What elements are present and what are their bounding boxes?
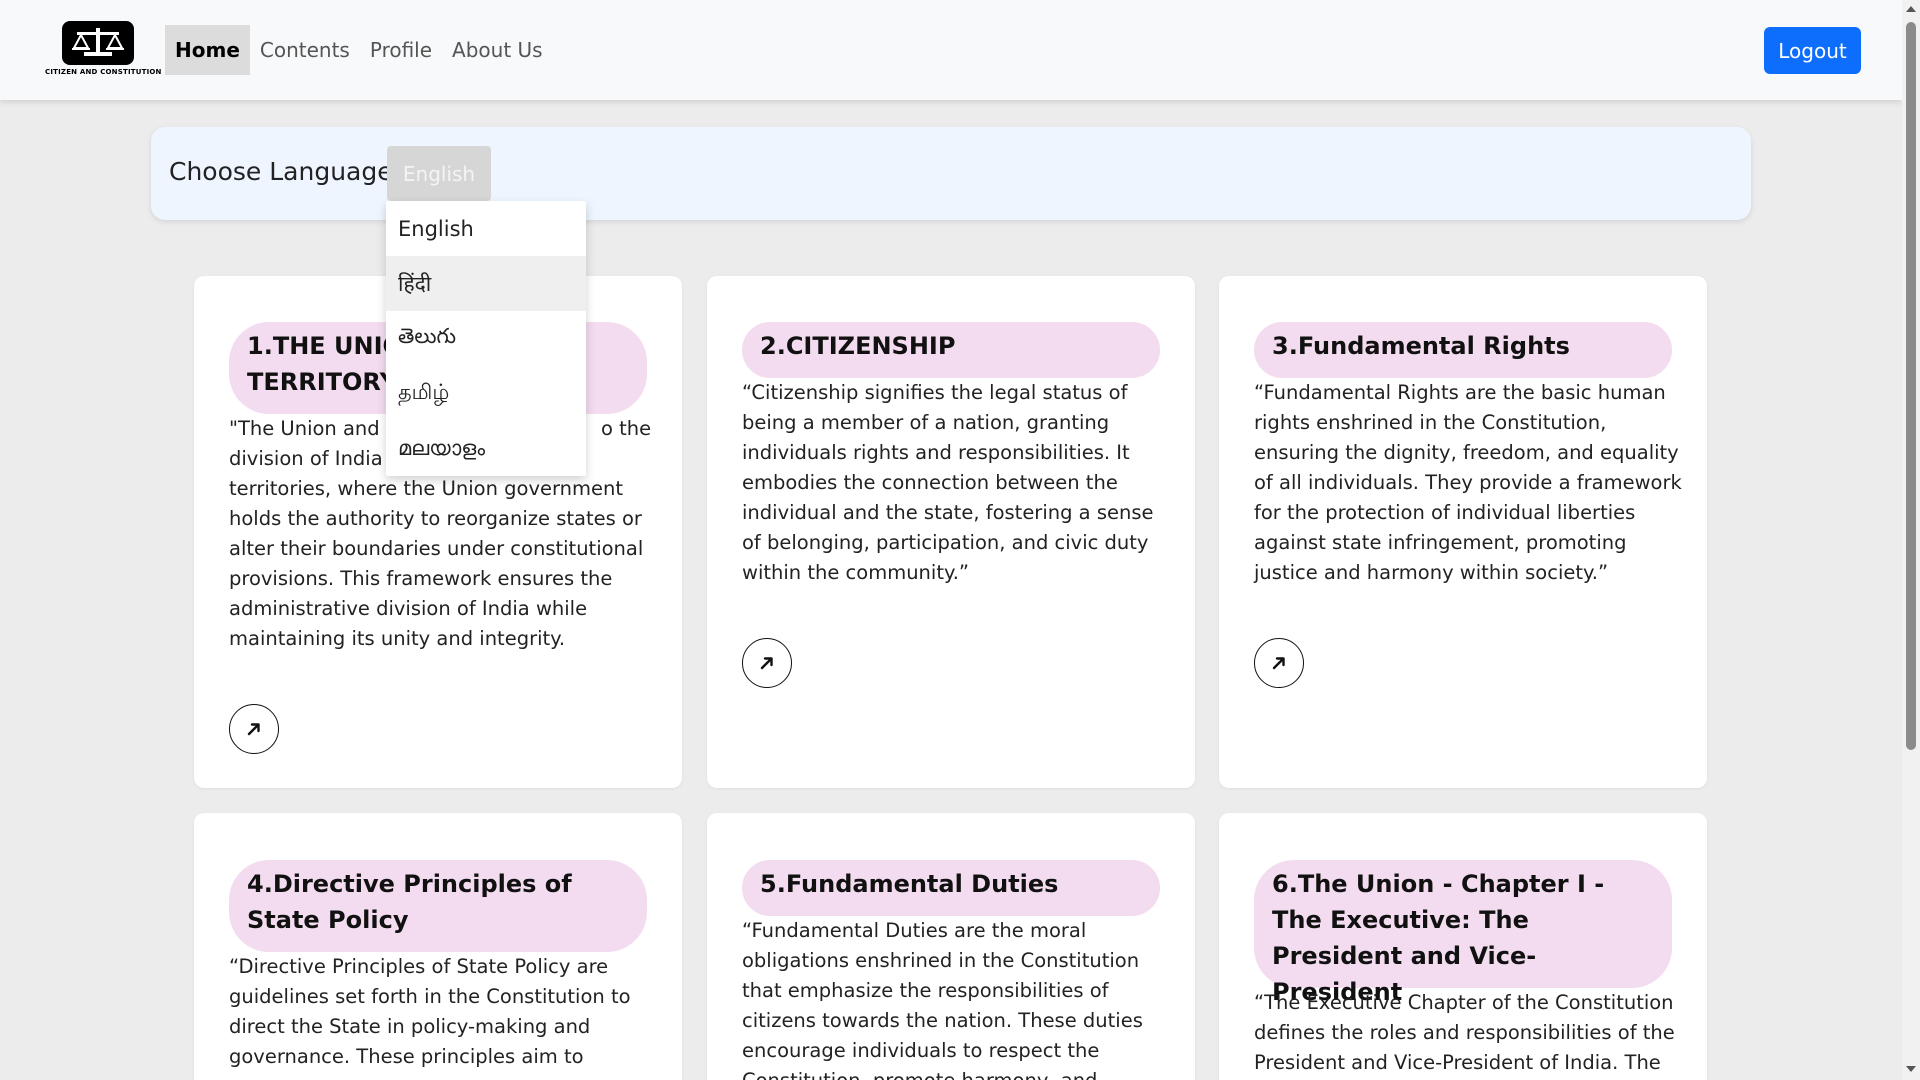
logout-button[interactable]: Logout xyxy=(1764,27,1861,74)
language-option-hindi[interactable]: हिंदी xyxy=(386,256,586,311)
language-option-english[interactable]: English xyxy=(386,201,586,256)
content-card-4: 4.Directive Principles of State Policy “… xyxy=(194,813,682,1080)
arrow-up-right-icon xyxy=(247,723,260,736)
card-description: “Citizenship signifies the legal status … xyxy=(742,381,1154,584)
card-description: “The Executive Chapter of the Constituti… xyxy=(1254,991,1675,1074)
card-title: 4.Directive Principles of State Policy xyxy=(229,860,647,952)
nav-contents[interactable]: Contents xyxy=(250,25,360,75)
content-card-5: 5.Fundamental Duties “Fundamental Duties… xyxy=(707,813,1195,1080)
card-title: 5.Fundamental Duties xyxy=(742,860,1160,916)
card-description: “Fundamental Rights are the basic human … xyxy=(1254,381,1682,584)
nav-links: Home Contents Profile About Us xyxy=(165,25,553,75)
open-card-button[interactable] xyxy=(1254,638,1304,688)
open-card-button[interactable] xyxy=(229,704,279,754)
content-card-3: 3.Fundamental Rights “Fundamental Rights… xyxy=(1219,276,1707,788)
content-card-6: 6.The Union - Chapter I - The Executive:… xyxy=(1219,813,1707,1080)
card-desc-rest: territories, where the Union government … xyxy=(229,477,644,650)
logo-text: CITIZEN AND CONSTITUTION xyxy=(45,68,162,76)
card-desc-fragment: "The Union and it xyxy=(229,417,399,440)
language-label: Choose Language: xyxy=(169,157,402,186)
nav-profile[interactable]: Profile xyxy=(360,25,442,75)
logo-background xyxy=(62,21,134,65)
card-desc-fragment: o the xyxy=(601,417,652,440)
arrow-up-right-icon xyxy=(1272,657,1285,670)
navbar: CITIZEN AND CONSTITUTION Home Contents P… xyxy=(0,0,1902,100)
nav-about-us[interactable]: About Us xyxy=(442,25,553,75)
content-card-2: 2.CITIZENSHIP “Citizenship signifies the… xyxy=(707,276,1195,788)
scrollbar-thumb[interactable] xyxy=(1906,22,1916,750)
scroll-up-arrow-icon[interactable] xyxy=(1906,6,1916,12)
language-option-tamil[interactable]: தமிழ் xyxy=(386,366,586,421)
page-scrollbar[interactable] xyxy=(1902,0,1920,1080)
language-option-telugu[interactable]: తెలుగు xyxy=(386,311,586,366)
language-dropdown-menu: English हिंदी తెలుగు தமிழ் മലയാളം xyxy=(386,201,586,476)
open-card-button[interactable] xyxy=(742,638,792,688)
scroll-down-arrow-icon[interactable] xyxy=(1906,1066,1916,1072)
nav-home[interactable]: Home xyxy=(165,25,250,75)
card-title: 6.The Union - Chapter I - The Executive:… xyxy=(1254,860,1672,1006)
card-title: 3.Fundamental Rights xyxy=(1254,322,1672,378)
site-logo[interactable]: CITIZEN AND CONSTITUTION xyxy=(45,18,162,78)
arrow-up-right-icon xyxy=(760,657,773,670)
card-description: “Directive Principles of State Policy ar… xyxy=(229,955,631,1068)
card-description: “Fundamental Duties are the moral obliga… xyxy=(742,919,1143,1080)
language-select-button[interactable]: English xyxy=(387,146,491,201)
card-title: 2.CITIZENSHIP xyxy=(742,322,1160,378)
scales-of-justice-icon xyxy=(72,28,124,56)
language-option-malayalam[interactable]: മലയാളം xyxy=(386,421,586,476)
